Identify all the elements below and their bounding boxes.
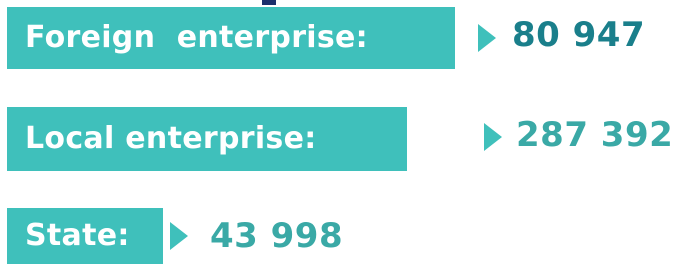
local-enterprise-arrow — [484, 123, 502, 151]
header-fragment — [262, 0, 276, 5]
foreign-enterprise-label-box: Foreign enterprise: — [7, 7, 455, 69]
foreign-enterprise-label: Foreign enterprise: — [25, 20, 368, 55]
state-label: State: — [25, 218, 130, 253]
foreign-enterprise-value: 80 947 — [512, 15, 646, 55]
foreign-enterprise-arrow — [478, 24, 496, 52]
local-enterprise-label: Local enterprise: — [25, 121, 317, 156]
state-label-box: State: — [7, 208, 163, 264]
state-value: 43 998 — [210, 216, 344, 256]
local-enterprise-label-box: Local enterprise: — [7, 107, 407, 171]
local-enterprise-value: 287 392 — [516, 115, 674, 155]
state-arrow — [170, 222, 188, 250]
